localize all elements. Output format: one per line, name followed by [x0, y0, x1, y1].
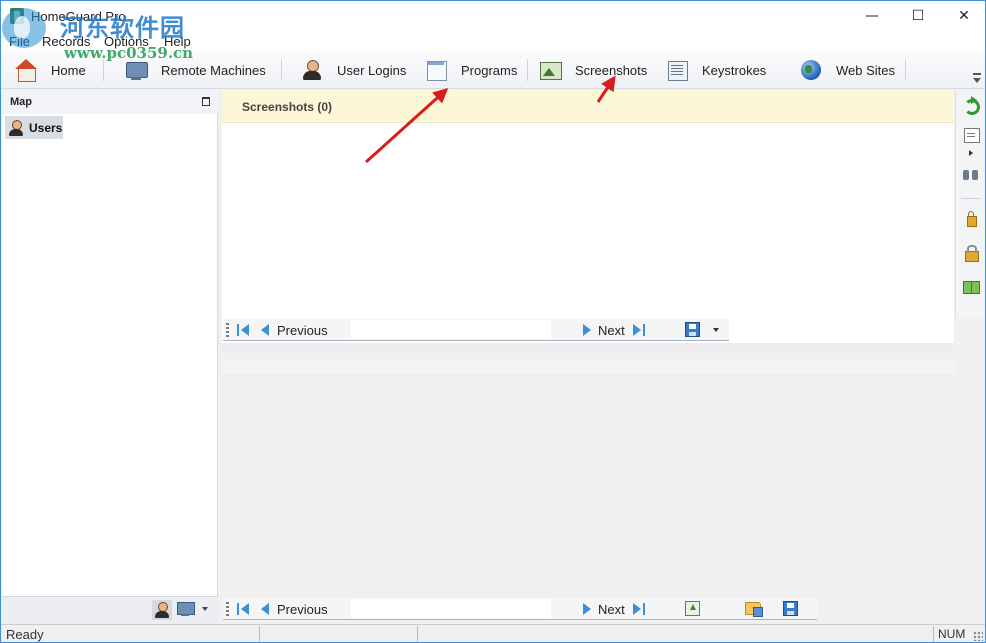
pin-icon[interactable]: [202, 97, 210, 106]
toolbar-web-sites-button[interactable]: Web Sites: [800, 57, 895, 83]
toolbar-separator: [961, 198, 981, 199]
home-icon: [15, 59, 37, 82]
num-lock-indicator: NUM: [938, 627, 966, 641]
toolbar-label: Screenshots: [575, 62, 648, 78]
book-icon[interactable]: [963, 278, 980, 294]
export-image-icon[interactable]: [685, 601, 700, 616]
toolbar-programs-button[interactable]: Programs: [425, 57, 517, 83]
title-bar: HomeGuard Pro — ☐ ✕: [1, 1, 985, 31]
menu-file[interactable]: File: [9, 34, 30, 49]
status-separator: [259, 626, 260, 642]
status-bar: Ready NUM: [1, 624, 985, 642]
last-page-icon[interactable]: [633, 323, 647, 337]
remote-machines-icon: [125, 59, 148, 81]
main-toolbar: Home Remote Machines User Logins Program…: [1, 51, 985, 89]
page-indicator-field: [351, 320, 551, 339]
toolbar-separator: [281, 59, 282, 81]
toolbar-label: Web Sites: [836, 62, 896, 78]
menu-options[interactable]: Options: [104, 34, 149, 49]
first-page-icon[interactable]: [236, 323, 250, 337]
screenshots-icon: [539, 59, 562, 81]
next-arrow-icon: [583, 603, 591, 615]
right-toolbar: [955, 90, 985, 318]
map-pane-footer: [2, 596, 218, 624]
next-button[interactable]: Next: [598, 602, 625, 617]
first-page-icon[interactable]: [236, 602, 250, 616]
preview-navigator: Previous Next: [223, 598, 817, 620]
tree-item-label: Users: [29, 120, 63, 135]
main-content: Screenshots (0): [222, 90, 954, 596]
chevron-down-icon[interactable]: [202, 607, 208, 611]
close-button[interactable]: ✕: [941, 1, 985, 31]
preview-area: [222, 343, 954, 596]
map-pane-title: Map: [10, 96, 32, 108]
toolbar-screenshots-button[interactable]: Screenshots: [539, 57, 647, 83]
page-indicator-field: [351, 599, 551, 618]
toolbar-remote-machines-button[interactable]: Remote Machines: [125, 57, 266, 83]
maximize-button[interactable]: ☐: [895, 1, 941, 31]
last-page-icon[interactable]: [633, 602, 647, 616]
chevron-right-icon[interactable]: [969, 150, 973, 156]
menu-help[interactable]: Help: [164, 34, 191, 49]
lock-icon[interactable]: [963, 210, 979, 227]
toolbar-grip-icon[interactable]: [226, 602, 229, 616]
toolbar-grip-icon[interactable]: [226, 323, 229, 337]
calendar-icon[interactable]: [963, 126, 980, 143]
resize-grip-icon[interactable]: [973, 631, 983, 641]
status-separator: [933, 626, 934, 642]
previous-button[interactable]: Previous: [277, 602, 328, 617]
screenshots-list[interactable]: [222, 124, 954, 318]
preview-header-strip: [222, 343, 954, 373]
menu-bar: File Records Options Help: [1, 31, 985, 51]
previous-arrow-icon: [261, 603, 269, 615]
web-sites-icon: [800, 59, 822, 81]
save-icon[interactable]: [783, 601, 798, 616]
open-folder-icon[interactable]: [745, 602, 763, 617]
toolbar-label: Home: [51, 62, 86, 78]
toolbar-keystrokes-button[interactable]: Keystrokes: [666, 57, 766, 83]
previous-button[interactable]: Previous: [277, 323, 328, 338]
save-icon[interactable]: [685, 322, 700, 337]
status-text: Ready: [6, 627, 44, 642]
toolbar-separator: [527, 59, 528, 81]
toolbar-label: Remote Machines: [161, 62, 266, 78]
app-window: HomeGuard Pro — ☐ ✕ File Records Options…: [0, 0, 986, 643]
toolbar-separator: [103, 59, 104, 81]
status-separator: [417, 626, 418, 642]
user-logins-icon: [301, 59, 323, 81]
machines-view-icon[interactable]: [176, 602, 195, 618]
minimize-button[interactable]: —: [849, 1, 895, 31]
toolbar-separator: [905, 59, 906, 81]
binoculars-icon[interactable]: [963, 166, 979, 182]
next-arrow-icon: [583, 324, 591, 336]
window-title: HomeGuard Pro: [31, 9, 126, 24]
programs-icon: [425, 59, 447, 81]
map-pane: Map Users: [2, 90, 218, 596]
section-title: Screenshots (0): [242, 100, 333, 114]
unlock-icon[interactable]: [963, 244, 979, 262]
previous-arrow-icon: [261, 324, 269, 336]
map-pane-header: Map: [2, 90, 218, 114]
toolbar-label: User Logins: [337, 62, 407, 78]
tree-item-users[interactable]: Users: [5, 116, 63, 139]
toolbar-overflow-chevron-icon[interactable]: [971, 53, 983, 87]
toolbar-label: Programs: [461, 62, 518, 78]
keystrokes-icon: [666, 59, 688, 81]
menu-records[interactable]: Records: [42, 34, 90, 49]
refresh-icon[interactable]: [963, 96, 980, 115]
user-icon: [8, 119, 24, 136]
next-button[interactable]: Next: [598, 323, 625, 338]
toolbar-user-logins-button[interactable]: User Logins: [301, 57, 406, 83]
section-header: Screenshots (0): [222, 90, 954, 123]
users-view-icon[interactable]: [152, 600, 172, 620]
list-navigator: Previous Next: [223, 319, 729, 341]
app-icon: [10, 8, 24, 24]
chevron-down-icon[interactable]: [713, 328, 719, 332]
toolbar-label: Keystrokes: [702, 62, 767, 78]
toolbar-home-button[interactable]: Home: [15, 57, 86, 83]
